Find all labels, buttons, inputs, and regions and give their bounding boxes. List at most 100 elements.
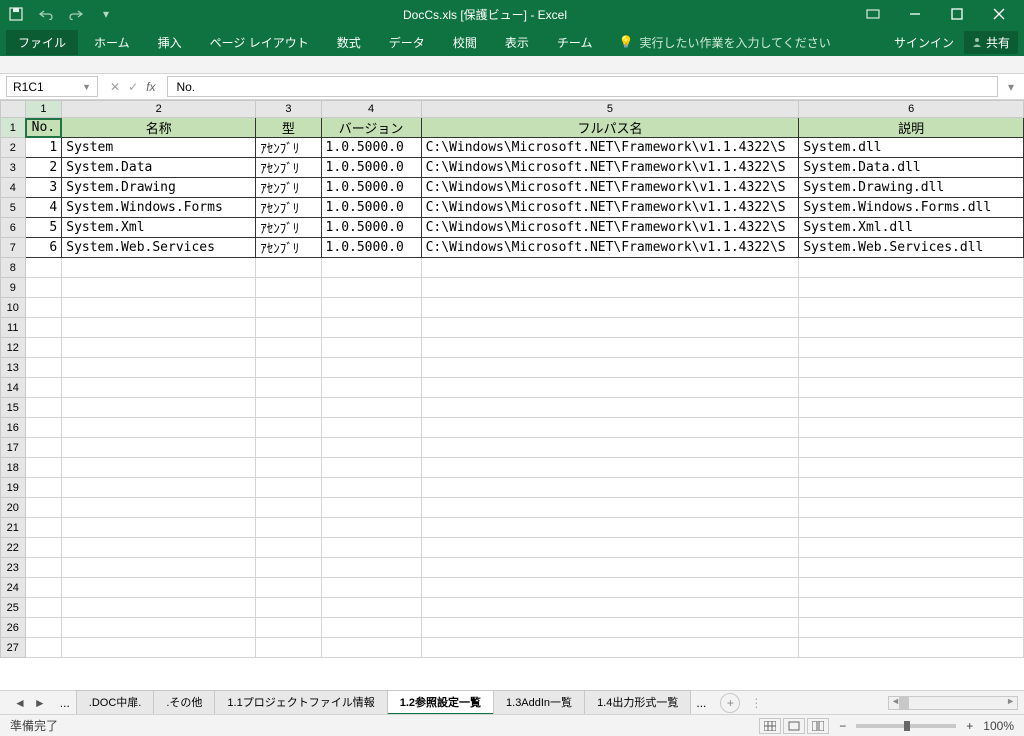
enter-icon[interactable]: ✓ (128, 80, 138, 94)
column-header[interactable]: 6 (799, 101, 1024, 118)
empty-cell[interactable] (799, 578, 1024, 598)
empty-cell[interactable] (25, 278, 62, 298)
empty-cell[interactable] (256, 598, 321, 618)
empty-cell[interactable] (25, 578, 62, 598)
signin-link[interactable]: サインイン (894, 34, 954, 51)
tab-file[interactable]: ファイル (6, 30, 78, 55)
empty-cell[interactable] (256, 538, 321, 558)
tab-page-layout[interactable]: ページ レイアウト (198, 30, 321, 55)
empty-cell[interactable] (799, 518, 1024, 538)
data-cell[interactable]: ｱｾﾝﾌﾞﾘ (256, 198, 321, 218)
empty-cell[interactable] (25, 458, 62, 478)
formula-input[interactable]: No. (167, 76, 998, 97)
empty-cell[interactable] (321, 578, 421, 598)
tab-formulas[interactable]: 数式 (325, 30, 373, 55)
empty-cell[interactable] (25, 498, 62, 518)
data-cell[interactable]: 1.0.5000.0 (321, 238, 421, 258)
empty-cell[interactable] (62, 638, 256, 658)
row-header[interactable]: 8 (1, 258, 26, 278)
empty-cell[interactable] (421, 278, 799, 298)
empty-cell[interactable] (25, 418, 62, 438)
empty-cell[interactable] (62, 398, 256, 418)
empty-cell[interactable] (25, 358, 62, 378)
empty-cell[interactable] (799, 618, 1024, 638)
sheet-tab[interactable]: .その他 (153, 690, 215, 715)
empty-cell[interactable] (421, 598, 799, 618)
empty-cell[interactable] (421, 298, 799, 318)
empty-cell[interactable] (421, 378, 799, 398)
row-header[interactable]: 12 (1, 338, 26, 358)
empty-cell[interactable] (62, 458, 256, 478)
view-page-break-icon[interactable] (807, 718, 829, 734)
row-header[interactable]: 25 (1, 598, 26, 618)
view-normal-icon[interactable] (759, 718, 781, 734)
empty-cell[interactable] (799, 498, 1024, 518)
empty-cell[interactable] (256, 278, 321, 298)
row-header[interactable]: 17 (1, 438, 26, 458)
empty-cell[interactable] (25, 558, 62, 578)
row-header[interactable]: 4 (1, 178, 26, 198)
formula-expand-icon[interactable]: ▾ (1004, 80, 1018, 94)
empty-cell[interactable] (321, 298, 421, 318)
empty-cell[interactable] (62, 258, 256, 278)
row-header[interactable]: 22 (1, 538, 26, 558)
empty-cell[interactable] (799, 258, 1024, 278)
row-header[interactable]: 5 (1, 198, 26, 218)
close-button[interactable] (980, 2, 1018, 26)
undo-icon[interactable] (36, 4, 56, 24)
empty-cell[interactable] (256, 618, 321, 638)
data-cell[interactable]: 3 (25, 178, 62, 198)
empty-cell[interactable] (256, 458, 321, 478)
row-header[interactable]: 1 (1, 118, 26, 138)
data-cell[interactable]: System (62, 138, 256, 158)
zoom-level[interactable]: 100% (983, 719, 1014, 733)
empty-cell[interactable] (256, 478, 321, 498)
empty-cell[interactable] (62, 278, 256, 298)
sheet-tab[interactable]: .DOC中扉. (76, 690, 155, 715)
empty-cell[interactable] (62, 578, 256, 598)
sheet-nav-prev-icon[interactable]: ◄ (14, 696, 26, 710)
data-cell[interactable]: C:\Windows\Microsoft.NET\Framework\v1.1.… (421, 158, 799, 178)
minimize-button[interactable] (896, 2, 934, 26)
data-cell[interactable]: C:\Windows\Microsoft.NET\Framework\v1.1.… (421, 238, 799, 258)
empty-cell[interactable] (799, 318, 1024, 338)
empty-cell[interactable] (256, 338, 321, 358)
tab-insert[interactable]: 挿入 (146, 30, 194, 55)
empty-cell[interactable] (256, 638, 321, 658)
data-cell[interactable]: ｱｾﾝﾌﾞﾘ (256, 158, 321, 178)
empty-cell[interactable] (256, 258, 321, 278)
empty-cell[interactable] (25, 438, 62, 458)
row-header[interactable]: 15 (1, 398, 26, 418)
empty-cell[interactable] (421, 638, 799, 658)
empty-cell[interactable] (62, 498, 256, 518)
row-header[interactable]: 26 (1, 618, 26, 638)
empty-cell[interactable] (62, 298, 256, 318)
column-header[interactable]: 2 (62, 101, 256, 118)
empty-cell[interactable] (799, 438, 1024, 458)
empty-cell[interactable] (321, 478, 421, 498)
sheet-tab[interactable]: 1.1プロジェクトファイル情報 (214, 690, 387, 715)
view-page-layout-icon[interactable] (783, 718, 805, 734)
empty-cell[interactable] (321, 638, 421, 658)
data-cell[interactable]: 1.0.5000.0 (321, 178, 421, 198)
empty-cell[interactable] (321, 598, 421, 618)
data-cell[interactable]: 5 (25, 218, 62, 238)
scroll-right-icon[interactable]: ► (1006, 696, 1015, 706)
empty-cell[interactable] (25, 338, 62, 358)
row-header[interactable]: 20 (1, 498, 26, 518)
tab-data[interactable]: データ (377, 30, 437, 55)
empty-cell[interactable] (256, 398, 321, 418)
data-cell[interactable]: System.dll (799, 138, 1024, 158)
data-cell[interactable]: ｱｾﾝﾌﾞﾘ (256, 178, 321, 198)
data-cell[interactable]: System.Drawing.dll (799, 178, 1024, 198)
data-cell[interactable]: System.Xml (62, 218, 256, 238)
empty-cell[interactable] (321, 318, 421, 338)
empty-cell[interactable] (62, 338, 256, 358)
empty-cell[interactable] (799, 378, 1024, 398)
sheet-tab[interactable]: 1.4出力形式一覧 (584, 690, 691, 715)
zoom-slider[interactable] (856, 724, 956, 728)
row-header[interactable]: 10 (1, 298, 26, 318)
empty-cell[interactable] (25, 258, 62, 278)
empty-cell[interactable] (256, 418, 321, 438)
empty-cell[interactable] (25, 318, 62, 338)
